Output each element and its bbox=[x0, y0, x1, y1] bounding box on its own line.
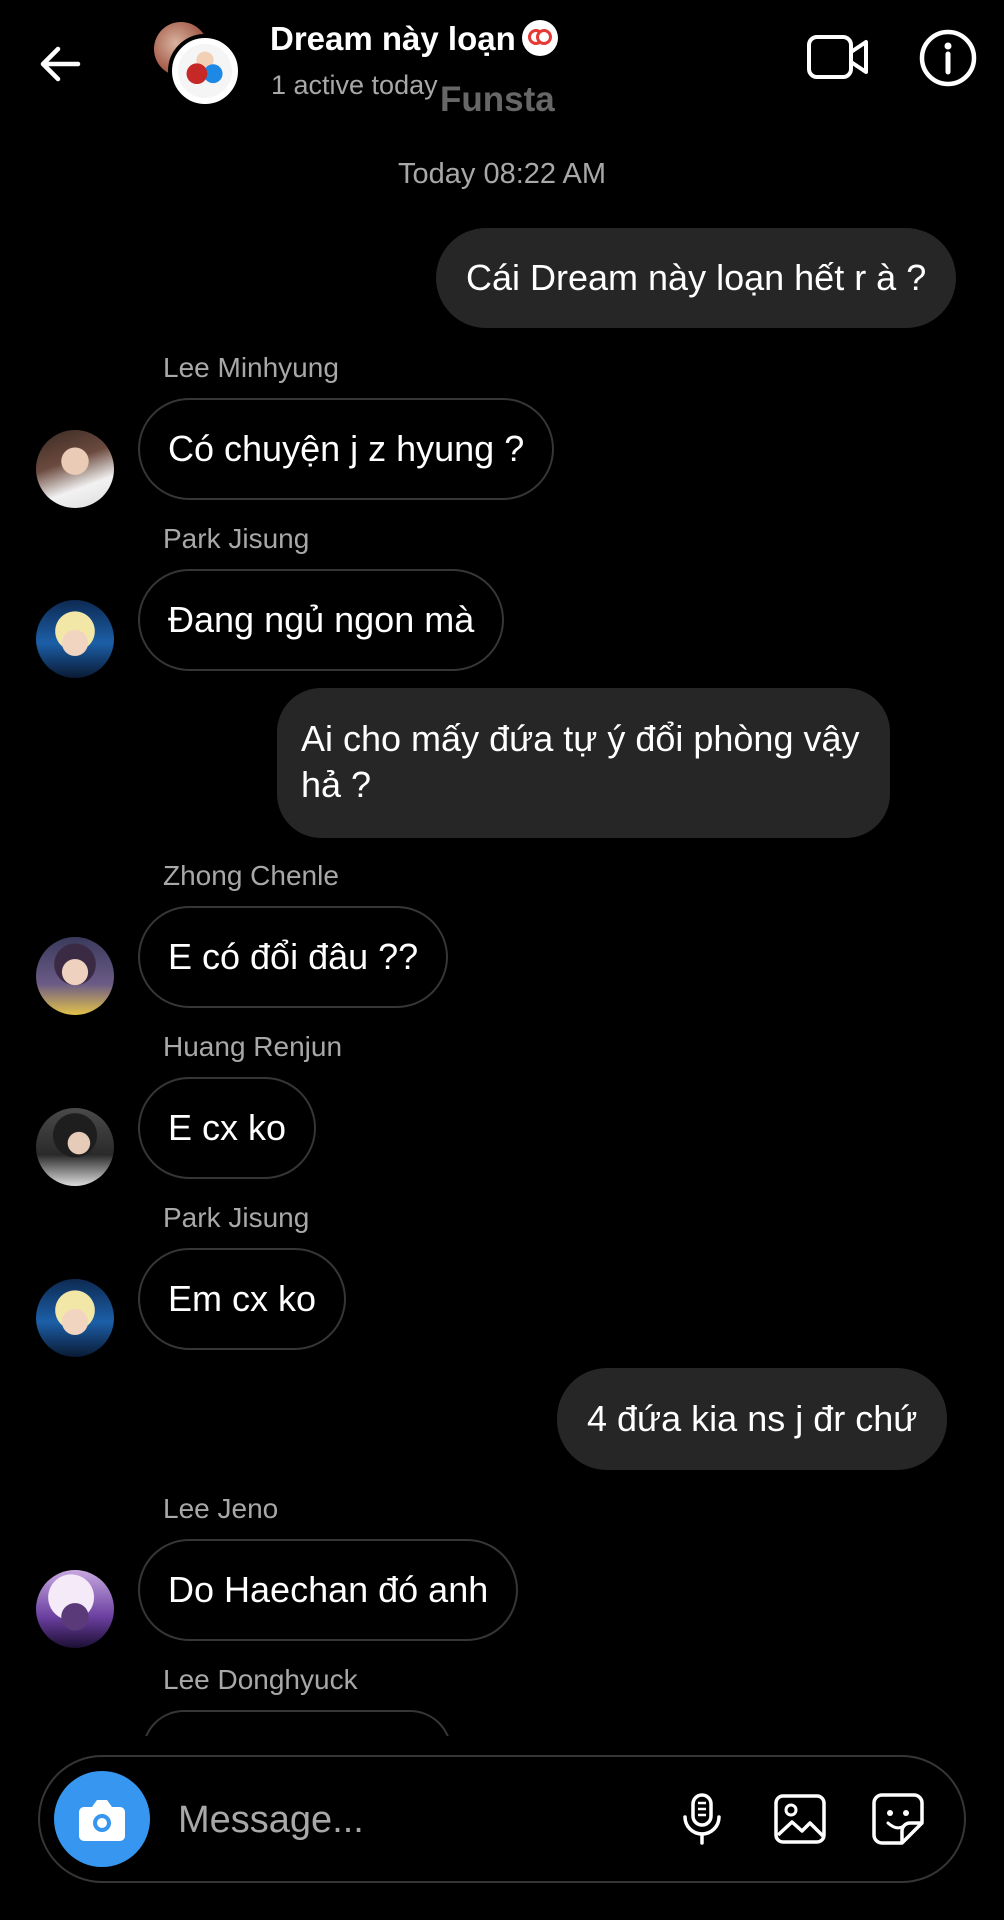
avatar[interactable] bbox=[36, 600, 114, 678]
active-status: 1 active today bbox=[271, 70, 438, 100]
incoming-message-partial[interactable] bbox=[142, 1710, 452, 1736]
avatar[interactable] bbox=[36, 1570, 114, 1648]
incoming-message[interactable]: Do Haechan đó anh bbox=[138, 1539, 519, 1641]
sender-name: Lee Donghyuck bbox=[163, 1664, 358, 1695]
message-text: Đang ngủ ngon mà bbox=[168, 599, 475, 640]
outgoing-message[interactable]: Ai cho mấy đứa tự ý đổi phòng vậy hả ? bbox=[277, 688, 890, 838]
message-text: Cái Dream này loạn hết r à ? bbox=[466, 257, 927, 298]
message-text: 4 đứa kia ns j đr chứ bbox=[587, 1398, 918, 1439]
group-avatar[interactable] bbox=[150, 20, 242, 108]
message-text: Em cx ko bbox=[168, 1278, 317, 1319]
video-call-icon[interactable] bbox=[806, 30, 870, 84]
sticker-icon[interactable] bbox=[870, 1791, 926, 1847]
clown-face-icon bbox=[521, 20, 558, 56]
message-text: E cx ko bbox=[168, 1107, 287, 1148]
outgoing-message[interactable]: 4 đứa kia ns j đr chứ bbox=[557, 1368, 948, 1470]
sender-name: Lee Minhyung bbox=[163, 352, 339, 383]
sender-name: Zhong Chenle bbox=[163, 860, 339, 891]
message-input[interactable] bbox=[176, 1788, 660, 1852]
chat-title-text: Dream này loạn bbox=[270, 20, 516, 57]
outgoing-message[interactable]: Cái Dream này loạn hết r à ? bbox=[436, 228, 957, 328]
message-text: Có chuyện j z hyung ? bbox=[168, 428, 525, 469]
camera-icon bbox=[79, 1800, 125, 1841]
avatar[interactable] bbox=[36, 1279, 114, 1357]
sender-name: Lee Jeno bbox=[163, 1493, 279, 1524]
incoming-message[interactable]: E có đổi đâu ?? bbox=[138, 906, 449, 1008]
sender-name: Park Jisung bbox=[163, 1202, 310, 1233]
avatar[interactable] bbox=[36, 937, 114, 1015]
avatar[interactable] bbox=[36, 430, 114, 508]
sender-name: Park Jisung bbox=[163, 523, 310, 554]
message-text: E có đổi đâu ?? bbox=[168, 936, 419, 977]
incoming-message[interactable]: E cx ko bbox=[138, 1077, 317, 1179]
incoming-message[interactable]: Có chuyện j z hyung ? bbox=[138, 398, 555, 500]
camera-button[interactable] bbox=[54, 1771, 150, 1867]
message-text: Do Haechan đó anh bbox=[168, 1569, 489, 1610]
chat-title[interactable]: Dream này loạn bbox=[270, 20, 558, 58]
microphone-icon[interactable] bbox=[674, 1791, 730, 1847]
group-avatar-front bbox=[168, 34, 242, 108]
image-gallery-icon[interactable] bbox=[772, 1791, 828, 1847]
message-text-line: hả ? bbox=[301, 764, 372, 805]
message-text-line: Ai cho mấy đứa tự ý đổi phòng vậy bbox=[301, 718, 860, 759]
incoming-message[interactable]: Em cx ko bbox=[138, 1248, 347, 1350]
avatar[interactable] bbox=[36, 1108, 114, 1186]
incoming-message[interactable]: Đang ngủ ngon mà bbox=[138, 569, 505, 671]
sender-name: Huang Renjun bbox=[163, 1031, 343, 1062]
info-icon[interactable] bbox=[918, 28, 978, 88]
message-timestamp: Today 08:22 AM bbox=[398, 158, 606, 190]
back-arrow-icon[interactable] bbox=[34, 38, 86, 90]
watermark: Funsta bbox=[440, 80, 555, 119]
